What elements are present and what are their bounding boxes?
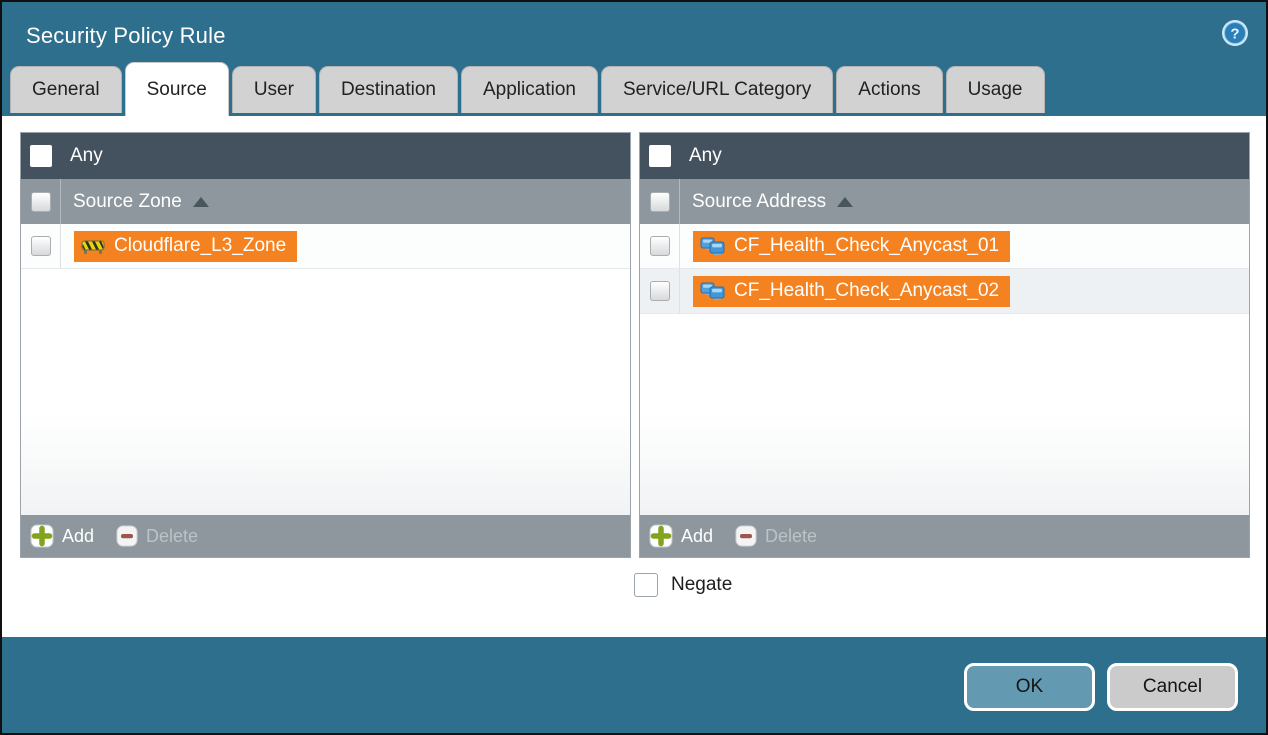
object-tag[interactable]: Cloudflare_L3_Zone — [74, 231, 297, 262]
delete-icon — [735, 525, 757, 547]
table-row[interactable]: Cloudflare_L3_Zone — [21, 224, 630, 269]
row-checkbox-cell — [21, 224, 61, 268]
column-title-source-zone[interactable]: Source Zone — [73, 179, 209, 224]
tab-label: Destination — [341, 79, 436, 101]
tab-service-url-category[interactable]: Service/URL Category — [601, 66, 833, 113]
ok-button[interactable]: OK — [964, 663, 1095, 711]
tab-label: Actions — [858, 79, 920, 101]
any-label: Any — [689, 145, 722, 167]
address-icon — [700, 282, 725, 301]
row-checkbox-cell — [640, 269, 680, 313]
source-address-footer: Add Delete — [640, 515, 1249, 557]
column-title-source-address[interactable]: Source Address — [692, 179, 853, 224]
tab-label: Service/URL Category — [623, 79, 811, 101]
object-tag[interactable]: CF_Health_Check_Anycast_02 — [693, 276, 1010, 307]
negate-row: Negate — [20, 573, 1250, 597]
source-zone-column-header: Source Zone — [21, 179, 630, 224]
dialog-title: Security Policy Rule — [26, 23, 226, 49]
source-zone-footer: Add Delete — [21, 515, 630, 557]
cancel-button[interactable]: Cancel — [1107, 663, 1238, 711]
select-all-checkbox[interactable] — [650, 192, 670, 212]
panels: Any Source Zone — [20, 132, 1250, 558]
tab-source[interactable]: Source — [125, 62, 229, 116]
source-zone-panel: Any Source Zone — [20, 132, 631, 558]
dialog-titlebar: Security Policy Rule ? — [2, 2, 1266, 62]
sort-ascending-icon — [193, 197, 209, 207]
select-all-checkbox[interactable] — [31, 192, 51, 212]
tab-strip: General Source User Destination Applicat… — [2, 62, 1266, 116]
source-address-any-header: Any — [640, 133, 1249, 179]
security-policy-rule-dialog: Security Policy Rule ? General Source Us… — [0, 0, 1268, 735]
tab-usage[interactable]: Usage — [946, 66, 1045, 113]
any-checkbox[interactable] — [30, 145, 52, 167]
dialog-action-bar: OK Cancel — [2, 637, 1266, 733]
source-address-column-header: Source Address — [640, 179, 1249, 224]
source-zone-any-header: Any — [21, 133, 630, 179]
negate-label: Negate — [671, 574, 732, 596]
tab-label: Source — [147, 79, 207, 101]
tab-label: Usage — [968, 79, 1023, 101]
object-tag-label: Cloudflare_L3_Zone — [114, 235, 286, 257]
add-button[interactable]: Add — [30, 524, 94, 548]
source-address-panel: Any Source Address — [639, 132, 1250, 558]
source-zone-rows: Cloudflare_L3_Zone — [21, 224, 630, 515]
row-checkbox[interactable] — [31, 236, 51, 256]
add-icon — [649, 524, 673, 548]
delete-button[interactable]: Delete — [735, 525, 817, 547]
delete-icon — [116, 525, 138, 547]
tab-label: User — [254, 79, 294, 101]
table-row[interactable]: CF_Health_Check_Anycast_01 — [640, 224, 1249, 269]
table-row[interactable]: CF_Health_Check_Anycast_02 — [640, 269, 1249, 314]
row-checkbox[interactable] — [650, 281, 670, 301]
address-icon — [700, 237, 725, 256]
tab-destination[interactable]: Destination — [319, 66, 458, 113]
any-label: Any — [70, 145, 103, 167]
source-tab-content: Any Source Zone — [2, 116, 1266, 637]
zone-icon — [81, 238, 105, 255]
tab-user[interactable]: User — [232, 66, 316, 113]
tab-application[interactable]: Application — [461, 66, 598, 113]
add-button[interactable]: Add — [649, 524, 713, 548]
help-icon[interactable]: ? — [1220, 18, 1250, 48]
source-address-rows: CF_Health_Check_Anycast_01 CF_Health_Che… — [640, 224, 1249, 515]
svg-text:?: ? — [1230, 26, 1239, 43]
tab-actions[interactable]: Actions — [836, 66, 942, 113]
object-tag-label: CF_Health_Check_Anycast_02 — [734, 280, 999, 302]
object-tag-label: CF_Health_Check_Anycast_01 — [734, 235, 999, 257]
negate-checkbox[interactable] — [634, 573, 658, 597]
sort-ascending-icon — [837, 197, 853, 207]
add-icon — [30, 524, 54, 548]
tab-general[interactable]: General — [10, 66, 122, 113]
row-checkbox[interactable] — [650, 236, 670, 256]
any-checkbox[interactable] — [649, 145, 671, 167]
delete-button[interactable]: Delete — [116, 525, 198, 547]
tab-label: Application — [483, 79, 576, 101]
object-tag[interactable]: CF_Health_Check_Anycast_01 — [693, 231, 1010, 262]
row-checkbox-cell — [640, 224, 680, 268]
tab-label: General — [32, 79, 100, 101]
